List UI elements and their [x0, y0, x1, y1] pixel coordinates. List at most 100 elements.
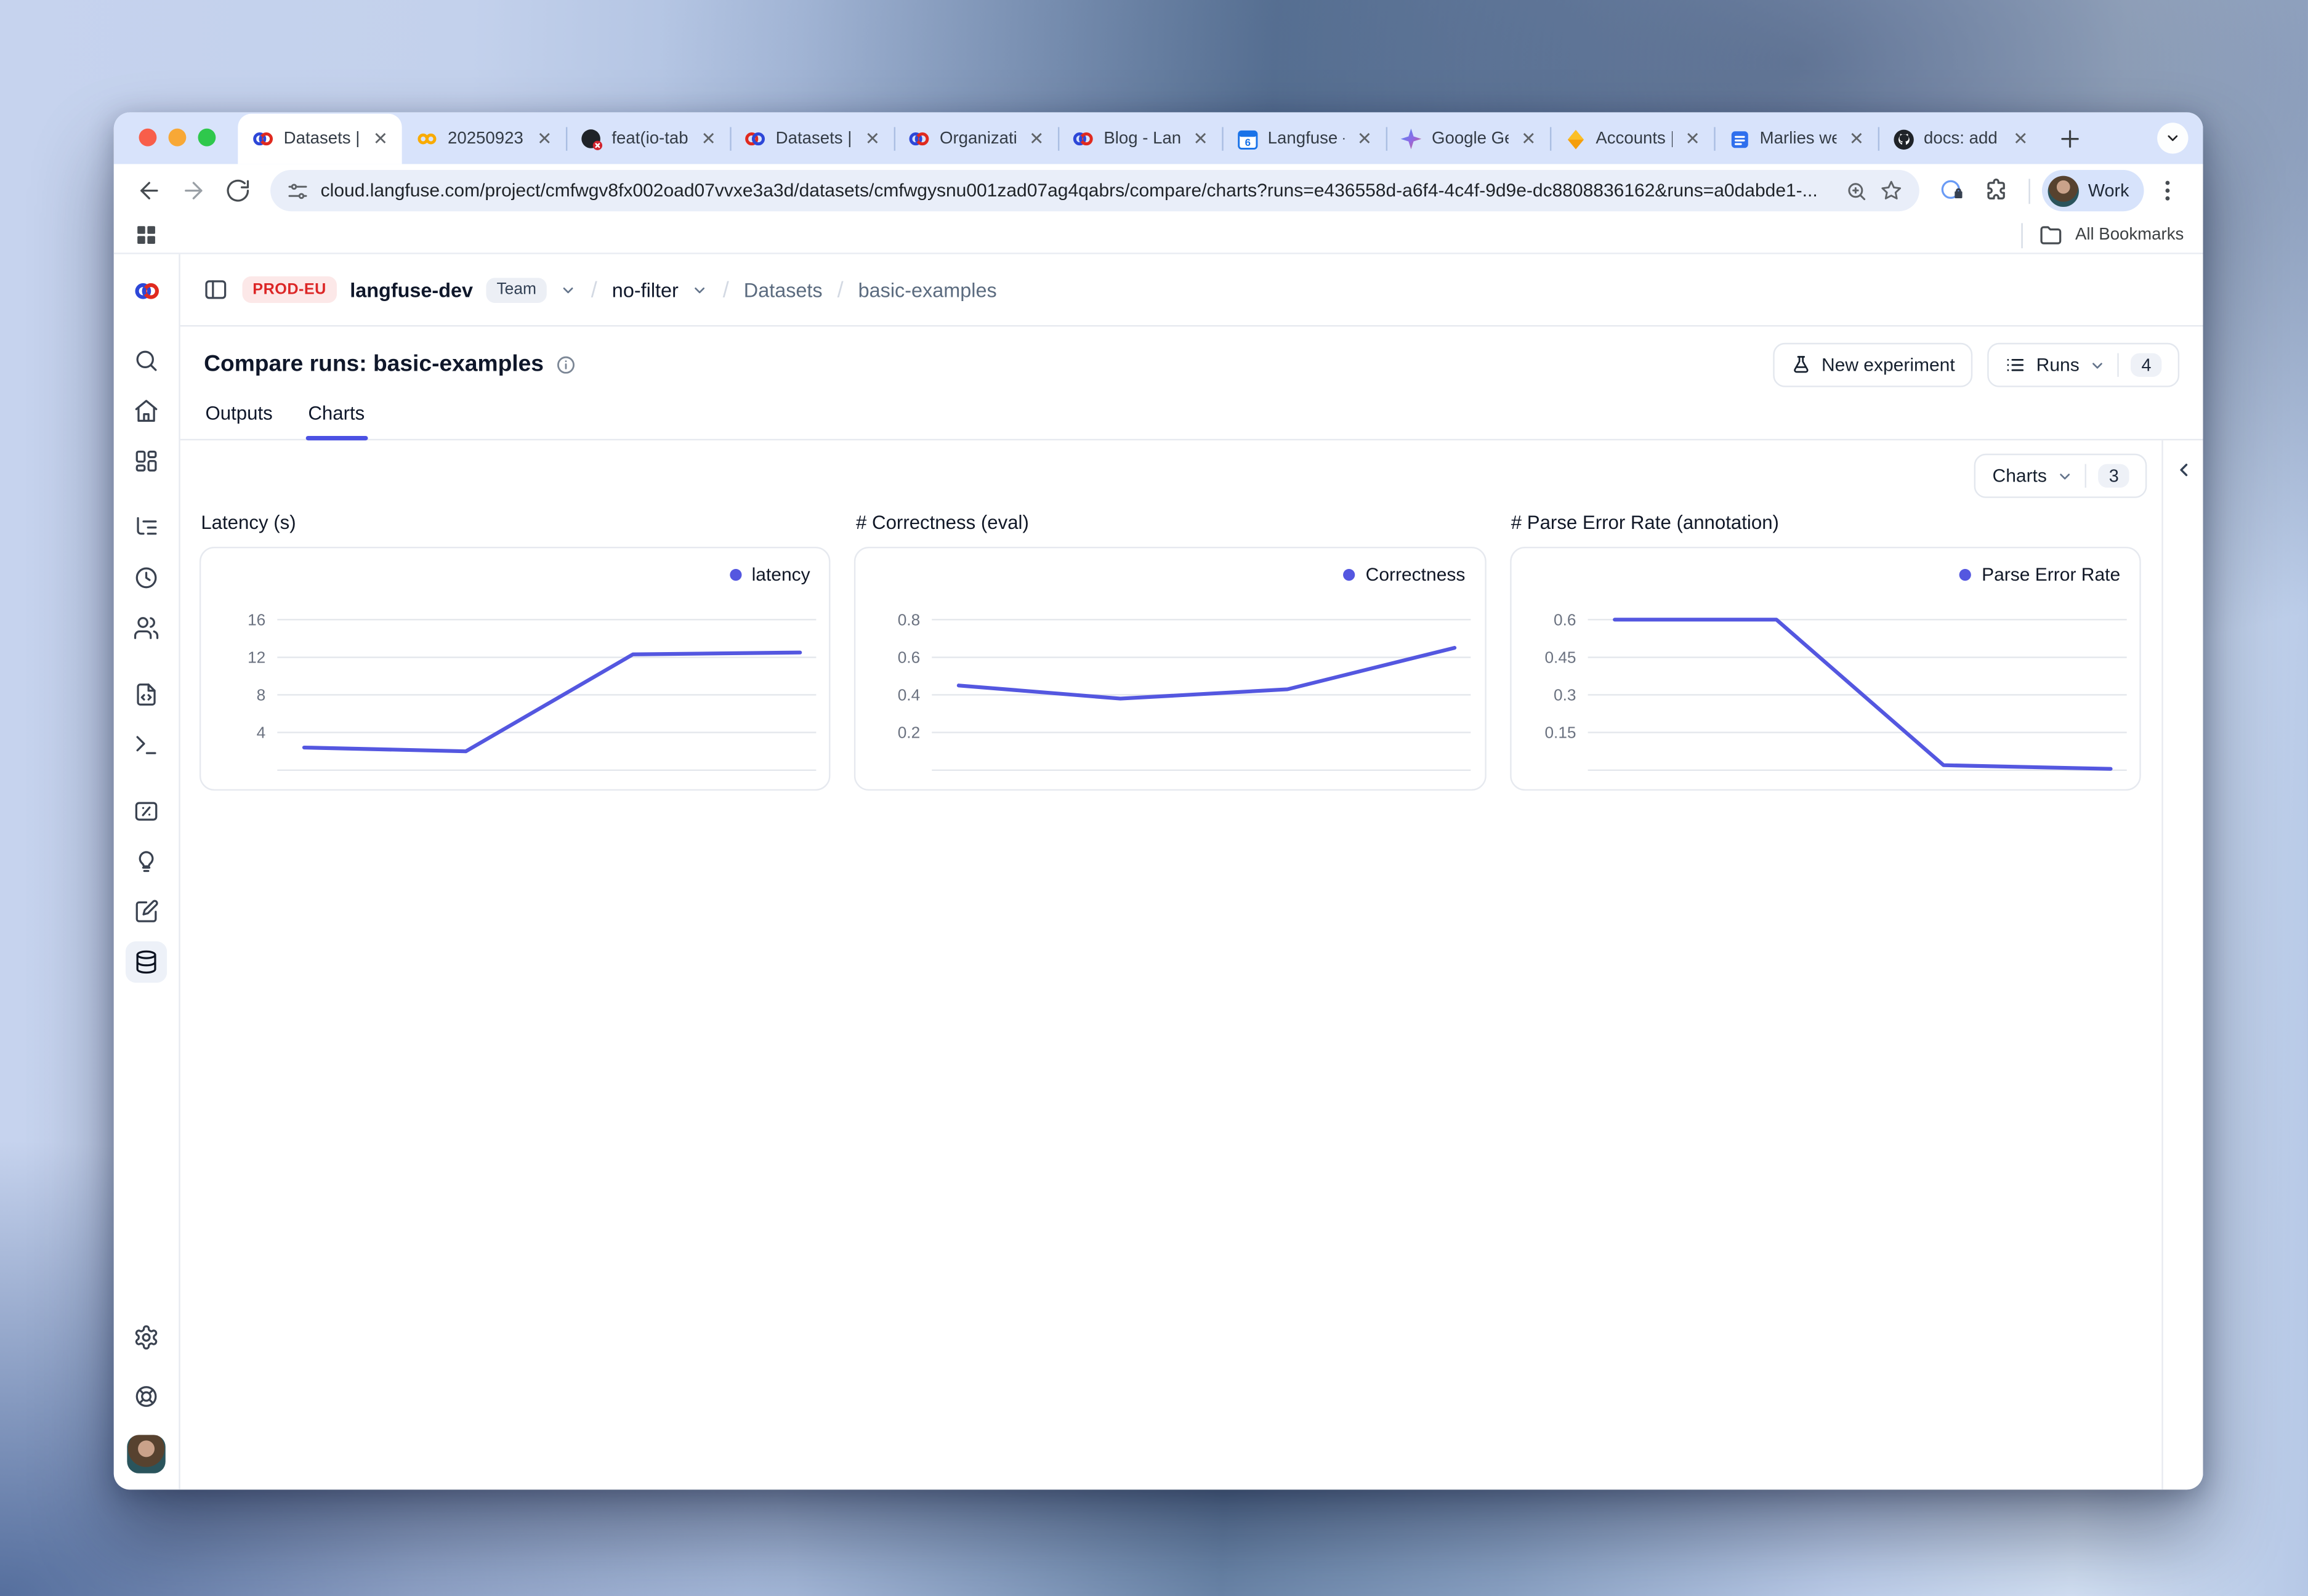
chart-card[interactable]: 481216latency: [200, 547, 831, 791]
charts-filter-button[interactable]: Charts 3: [1975, 454, 2147, 498]
browser-menu-button[interactable]: [2147, 170, 2188, 211]
org-name[interactable]: langfuse-dev: [350, 278, 473, 300]
sidebar-item-home[interactable]: [126, 390, 167, 432]
sidebar-item-scores[interactable]: [126, 791, 167, 832]
browser-tab[interactable]: Accounts |✕: [1550, 114, 1714, 164]
accounts-favicon: [1564, 127, 1587, 150]
close-tab-icon[interactable]: ✕: [1517, 128, 1539, 150]
site-settings-icon[interactable]: [286, 180, 309, 202]
svg-text:0.8: 0.8: [898, 610, 921, 629]
breadcrumb-datasets-link[interactable]: Datasets: [744, 278, 823, 300]
browser-toolbar: cloud.langfuse.com/project/cmfwgv8fx002o…: [114, 164, 2203, 217]
tab-strip: Datasets | L✕20250923✕feat(io-tab✕Datase…: [114, 112, 2203, 164]
sidebar-item-sessions[interactable]: [126, 557, 167, 598]
sidebar-item-dashboards[interactable]: [126, 440, 167, 482]
project-name[interactable]: no-filter: [612, 278, 679, 300]
svg-text:0.3: 0.3: [1553, 686, 1575, 704]
browser-tab[interactable]: Google Gen✕: [1386, 114, 1550, 164]
browser-tab[interactable]: feat(io-tab✕: [566, 114, 730, 164]
tab-title: Blog - Lang: [1104, 130, 1180, 148]
list-icon: [2005, 355, 2026, 376]
sidebar-item-evaluators[interactable]: [126, 841, 167, 882]
apps-grid-icon[interactable]: [133, 222, 159, 248]
tab-title: Langfuse -: [1268, 130, 1345, 148]
profile-chip[interactable]: Work: [2042, 170, 2144, 211]
close-window-button[interactable]: [139, 129, 157, 147]
close-tab-icon[interactable]: ✕: [1682, 128, 1704, 150]
tab-charts[interactable]: Charts: [308, 392, 365, 439]
tab-outputs[interactable]: Outputs: [206, 392, 273, 439]
page-header: Compare runs: basic-examples New experim…: [180, 326, 2203, 392]
privacy-badge-icon[interactable]: [1932, 170, 1973, 211]
sidebar-item-tracing[interactable]: [126, 507, 167, 548]
window-controls: [139, 129, 216, 147]
new-tab-button[interactable]: [2051, 119, 2089, 158]
sidebar-item-datasets[interactable]: [126, 941, 167, 983]
close-tab-icon[interactable]: ✕: [533, 128, 555, 150]
close-tab-icon[interactable]: ✕: [861, 128, 884, 150]
sidebar-item-search[interactable]: [126, 340, 167, 381]
org-chevron-down-icon[interactable]: [560, 281, 576, 297]
runs-button[interactable]: Runs 4: [1987, 343, 2179, 387]
legend-dot: [1344, 569, 1355, 581]
svg-text:0.2: 0.2: [898, 723, 921, 742]
app-sidebar: [114, 254, 180, 1489]
sidebar-item-prompts[interactable]: [126, 674, 167, 715]
close-tab-icon[interactable]: ✕: [1354, 128, 1376, 150]
close-tab-icon[interactable]: ✕: [2009, 128, 2032, 150]
extensions-icon[interactable]: [1976, 170, 2017, 211]
browser-tab[interactable]: Blog - Lang ✕: [1058, 114, 1222, 164]
settings-gear-icon[interactable]: [126, 1316, 167, 1358]
browser-tab[interactable]: docs: add✕: [1878, 114, 2042, 164]
svg-text:16: 16: [248, 610, 265, 629]
profile-avatar: [2048, 175, 2079, 206]
notes-favicon: [1727, 127, 1751, 150]
browser-tab[interactable]: 20250923✕: [402, 114, 566, 164]
browser-tab[interactable]: Datasets | L✕: [730, 114, 894, 164]
langfuse-favicon: [251, 127, 275, 150]
tab-search-chevron-icon[interactable]: [2157, 123, 2188, 153]
langfuse-app: PROD-EU langfuse-dev Team / no-filter / …: [114, 254, 2203, 1489]
chart-legend: Parse Error Rate: [1959, 565, 2120, 586]
bookmark-star-icon[interactable]: [1880, 179, 1903, 202]
close-tab-icon[interactable]: ✕: [698, 128, 720, 150]
close-tab-icon[interactable]: ✕: [1190, 128, 1212, 150]
address-bar[interactable]: cloud.langfuse.com/project/cmfwgv8fx002o…: [270, 170, 1919, 211]
bookmarks-bar: All Bookmarks: [114, 217, 2203, 254]
url-text[interactable]: cloud.langfuse.com/project/cmfwgv8fx002o…: [321, 180, 1834, 201]
zoom-page-icon[interactable]: [1846, 180, 1868, 202]
sidebar-item-annotation-queues[interactable]: [126, 891, 167, 932]
sidebar-item-playground[interactable]: [126, 724, 167, 765]
breadcrumb-dataset-name[interactable]: basic-examples: [858, 278, 997, 300]
user-avatar[interactable]: [127, 1435, 165, 1473]
chevron-left-icon[interactable]: [2173, 459, 2193, 1489]
chart-card[interactable]: 0.20.40.60.8Correctness: [855, 547, 1486, 791]
browser-tab[interactable]: 6 Langfuse - ✕: [1222, 114, 1386, 164]
desktop: Datasets | L✕20250923✕feat(io-tab✕Datase…: [0, 0, 2308, 1596]
chart-title: # Parse Error Rate (annotation): [1511, 511, 2141, 533]
close-tab-icon[interactable]: ✕: [1846, 128, 1868, 150]
browser-tab[interactable]: Organizatio✕: [894, 114, 1058, 164]
support-lifebuoy-icon[interactable]: [126, 1376, 167, 1417]
zoom-window-button[interactable]: [198, 129, 216, 147]
minimize-window-button[interactable]: [169, 129, 187, 147]
browser-tab[interactable]: Datasets | L✕: [238, 114, 401, 164]
new-experiment-button[interactable]: New experiment: [1773, 343, 1973, 387]
legend-label: latency: [752, 565, 810, 586]
close-tab-icon[interactable]: ✕: [369, 128, 392, 150]
project-chevron-down-icon[interactable]: [692, 281, 708, 297]
info-icon[interactable]: [555, 355, 576, 376]
browser-tab[interactable]: Marlies we✕: [1714, 114, 1878, 164]
langfuse-logo[interactable]: [114, 254, 179, 327]
all-bookmarks-label[interactable]: All Bookmarks: [2075, 226, 2184, 244]
svg-text:6: 6: [1244, 136, 1249, 148]
back-button[interactable]: [129, 170, 170, 211]
sidebar-item-users[interactable]: [126, 607, 167, 648]
forward-button[interactable]: [173, 170, 214, 211]
close-tab-icon[interactable]: ✕: [1025, 128, 1047, 150]
chart-block: Latency (s)481216latency: [200, 511, 831, 791]
sidebar-toggle-icon[interactable]: [203, 276, 229, 303]
langfuse-favicon: [1071, 127, 1095, 150]
reload-button[interactable]: [217, 170, 259, 211]
chart-card[interactable]: 0.150.30.450.6Parse Error Rate: [1509, 547, 2141, 791]
